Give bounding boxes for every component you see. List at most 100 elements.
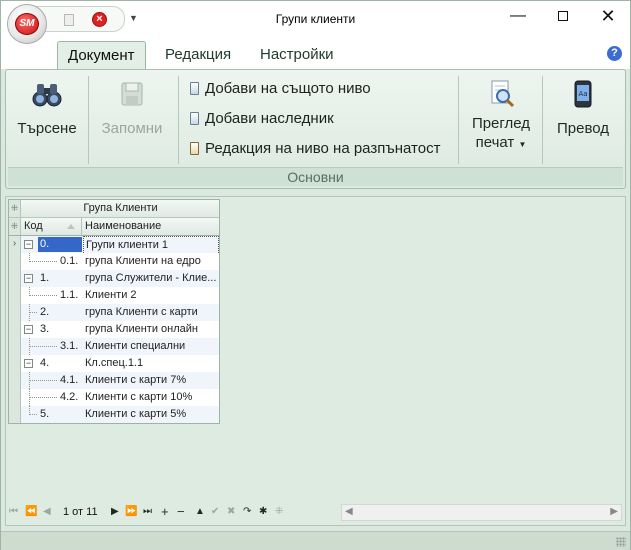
translate-icon: Aa	[574, 80, 592, 108]
row-name[interactable]: Клиенти 2	[83, 287, 219, 304]
row-name[interactable]: група Клиенти с карти	[83, 304, 219, 321]
table-row[interactable]: 3.1. Клиенти специални	[9, 338, 219, 355]
tree-line	[29, 346, 57, 347]
grid-rows: › − 0. Групи клиенти 1 0.1. група Клиент…	[9, 236, 219, 423]
tab-document[interactable]: Документ	[57, 41, 146, 69]
search-button[interactable]: Търсене	[14, 78, 80, 137]
maximize-button[interactable]	[540, 1, 586, 31]
row-name[interactable]: група Клиенти на едро	[83, 253, 219, 270]
row-code: 1.	[40, 272, 50, 284]
next-record-icon[interactable]: ▶	[111, 506, 119, 517]
code-cell[interactable]: 5.	[22, 406, 82, 423]
app-logo: SM	[15, 13, 39, 35]
code-cell[interactable]: 3.1.	[22, 338, 82, 355]
last-page-icon[interactable]: ⏭	[143, 506, 152, 517]
current-row-indicator-icon: ›	[9, 236, 21, 253]
ribbon-separator	[88, 76, 89, 164]
edit-record-icon[interactable]: ▲	[195, 506, 205, 517]
band-header: ⁜ Група Клиенти	[9, 200, 219, 218]
ribbon-group-label: Основни	[8, 167, 623, 186]
delete-record-icon[interactable]: −	[177, 504, 185, 519]
row-name[interactable]: група Служители - Клие...	[83, 270, 219, 287]
table-row[interactable]: − 1. група Служители - Клие...	[9, 270, 219, 287]
add-child-button[interactable]: Добави наследник	[190, 110, 334, 127]
row-name[interactable]: Клиенти специални	[83, 338, 219, 355]
table-row[interactable]: › − 0. Групи клиенти 1	[9, 236, 219, 255]
table-row[interactable]: 4.2. Клиенти с карти 10%	[9, 389, 219, 406]
data-navigator: ⏮ ⏪ ◀ 1 от 11 ▶ ⏩ ⏭ + − ▲ ✔ ✖ ↷ ✱ ⁜	[5, 504, 341, 522]
next-page-icon[interactable]: ⏩	[125, 506, 137, 517]
translate-label: Превод	[556, 120, 610, 137]
code-cell[interactable]: − 4.	[22, 355, 82, 372]
row-code: 0.1.	[60, 255, 79, 267]
table-row[interactable]: 5. Клиенти с карти 5%	[9, 406, 219, 423]
scroll-left-icon[interactable]: ◀	[345, 506, 353, 517]
document-icon	[190, 82, 199, 95]
code-cell[interactable]: 0.1.	[22, 253, 82, 270]
save-ribbon-button[interactable]: Запомни	[96, 78, 168, 137]
document-icon	[190, 112, 199, 125]
main-window: × ▼ Групи клиенти — ✕ SM Документ Редакц…	[0, 0, 631, 550]
table-row[interactable]: 4.1. Клиенти с карти 7%	[9, 372, 219, 389]
minimize-button[interactable]: —	[495, 1, 541, 31]
translate-button[interactable]: Aa Превод	[550, 78, 616, 137]
horizontal-scrollbar[interactable]: ◀ ▶	[341, 504, 622, 521]
ribbon-separator	[458, 76, 459, 164]
row-code: 5.	[40, 408, 50, 420]
code-cell[interactable]: − 3.	[22, 321, 82, 338]
print-preview-button[interactable]: Преглед печат ▼	[466, 78, 536, 151]
table-row[interactable]: − 4. Кл.спец.1.1	[9, 355, 219, 372]
code-cell[interactable]: − 1.	[22, 270, 82, 287]
post-edit-icon[interactable]: ✔	[211, 506, 219, 517]
tab-edit[interactable]: Редакция	[155, 41, 241, 69]
tree-grid[interactable]: ⁜ Група Клиенти ⁜ Код Наименование › − 0…	[8, 199, 220, 424]
close-button[interactable]: ✕	[585, 1, 631, 31]
row-indicator	[9, 253, 21, 270]
table-row[interactable]: 1.1. Клиенти 2	[9, 287, 219, 304]
first-page-icon[interactable]: ⏮	[9, 506, 18, 517]
table-row[interactable]: 2. група Клиенти с карти	[9, 304, 219, 321]
app-menu-button[interactable]: SM	[7, 4, 47, 44]
column-code-label: Код	[24, 220, 43, 232]
column-header-code[interactable]: Код	[22, 218, 82, 235]
code-cell[interactable]: 4.2.	[22, 389, 82, 406]
collapse-icon[interactable]: −	[24, 240, 33, 249]
row-indicator	[9, 406, 21, 423]
row-code: 3.	[40, 323, 50, 335]
row-name[interactable]: Клиенти с карти 10%	[83, 389, 219, 406]
prev-record-icon[interactable]: ◀	[43, 506, 51, 517]
row-name[interactable]: Клиенти с карти 5%	[83, 406, 219, 423]
band-indicator-icon: ⁜	[9, 200, 21, 217]
edit-expanded-level-button[interactable]: Редакция на ниво на разпънатост	[190, 140, 440, 157]
collapse-icon[interactable]: −	[24, 359, 33, 368]
refresh-icon[interactable]: ↷	[243, 506, 251, 517]
row-name[interactable]: Клиенти с карти 7%	[83, 372, 219, 389]
resize-grip-icon[interactable]	[616, 537, 626, 547]
code-cell[interactable]: − 0.	[22, 236, 82, 253]
add-record-icon[interactable]: +	[161, 504, 169, 519]
code-cell[interactable]: 1.1.	[22, 287, 82, 304]
tree-line	[29, 312, 37, 313]
row-name[interactable]: Кл.спец.1.1	[83, 355, 219, 372]
prev-page-icon[interactable]: ⏪	[25, 506, 37, 517]
tab-settings[interactable]: Настройки	[250, 41, 344, 69]
help-icon[interactable]: ?	[607, 46, 622, 61]
code-cell[interactable]: 2.	[22, 304, 82, 321]
collapse-icon[interactable]: −	[24, 274, 33, 283]
code-cell[interactable]: 4.1.	[22, 372, 82, 389]
search-label: Търсене	[17, 120, 77, 137]
column-header-name[interactable]: Наименование	[83, 218, 219, 235]
table-row[interactable]: 0.1. група Клиенти на едро	[9, 253, 219, 270]
collapse-icon[interactable]: −	[24, 325, 33, 334]
scroll-right-icon[interactable]: ▶	[610, 506, 618, 517]
filter-icon[interactable]: ⁜	[275, 506, 283, 517]
bookmark-icon[interactable]: ✱	[259, 506, 267, 517]
ribbon-separator	[178, 76, 179, 164]
row-code: 2.	[40, 306, 50, 318]
table-row[interactable]: − 3. група Клиенти онлайн	[9, 321, 219, 338]
content-area: ⁜ Група Клиенти ⁜ Код Наименование › − 0…	[5, 196, 626, 526]
cancel-edit-icon[interactable]: ✖	[227, 506, 235, 517]
row-indicator	[9, 287, 21, 304]
add-same-level-button[interactable]: Добави на същото ниво	[190, 80, 371, 97]
row-name[interactable]: група Клиенти онлайн	[83, 321, 219, 338]
